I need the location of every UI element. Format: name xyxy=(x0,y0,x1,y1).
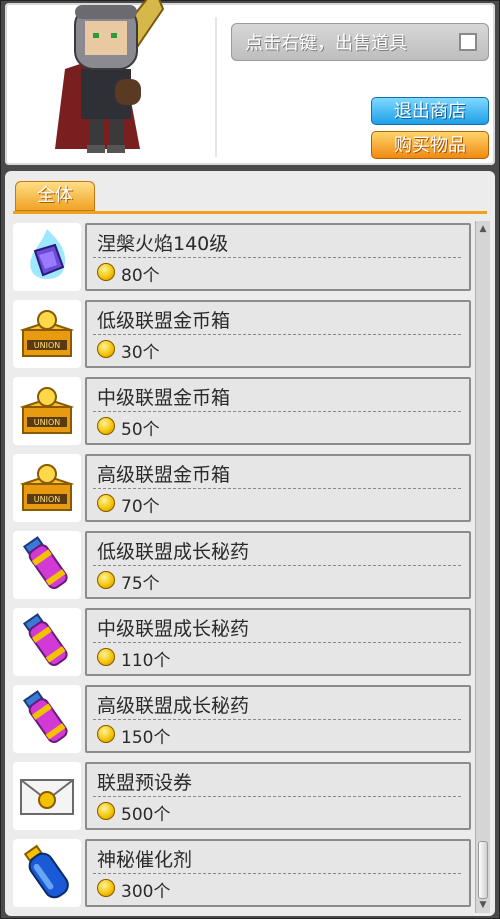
item-price: 50个 xyxy=(121,420,160,440)
list-item[interactable]: 涅槃火焰140级 80个 xyxy=(13,221,473,291)
item-price: 75个 xyxy=(121,574,160,594)
purple-potion-vial-icon xyxy=(22,613,68,667)
item-price: 80个 xyxy=(121,266,160,286)
coin-icon xyxy=(97,494,115,512)
svg-text:UNION: UNION xyxy=(34,495,60,504)
tab-all[interactable]: 全体 xyxy=(15,181,95,211)
sell-tip-label: 点击右键，出售道具 xyxy=(245,33,407,54)
item-info: 中级联盟成长秘药 110个 xyxy=(85,608,471,676)
item-separator xyxy=(93,565,461,566)
coin-icon xyxy=(97,648,115,666)
item-icon-box: UNION xyxy=(13,377,81,445)
coin-icon xyxy=(97,417,115,435)
purple-potion-vial-icon xyxy=(22,536,68,590)
item-info: 中级联盟金币箱 50个 xyxy=(85,377,471,445)
item-info: 低级联盟成长秘药 75个 xyxy=(85,531,471,599)
item-name: 涅槃火焰140级 xyxy=(97,233,229,255)
item-icon-box xyxy=(13,223,81,291)
union-coin-box-icon: UNION xyxy=(19,310,75,357)
item-separator xyxy=(93,873,461,874)
svg-text:UNION: UNION xyxy=(34,341,60,350)
scroll-down-arrow-icon[interactable]: ▼ xyxy=(477,899,489,911)
tab-underline xyxy=(13,211,487,214)
list-item[interactable]: 中级联盟成长秘药 110个 xyxy=(13,606,473,676)
item-list-panel: 全体 涅槃火焰140级 80个 UNION 低级联盟金币箱 30个 UNION … xyxy=(5,171,495,916)
item-info: 神秘催化剂 300个 xyxy=(85,839,471,907)
exit-shop-button[interactable]: 退出商店 xyxy=(371,97,489,125)
item-icon-box xyxy=(13,839,81,907)
item-icon-box xyxy=(13,762,81,830)
item-separator xyxy=(93,334,461,335)
item-name: 中级联盟成长秘药 xyxy=(97,618,250,640)
item-info: 联盟预设券 500个 xyxy=(85,762,471,830)
list-item[interactable]: UNION 高级联盟金币箱 70个 xyxy=(13,452,473,522)
item-name: 神秘催化剂 xyxy=(97,849,193,871)
coin-icon xyxy=(97,879,115,897)
item-name: 低级联盟金币箱 xyxy=(97,310,231,332)
item-info: 高级联盟金币箱 70个 xyxy=(85,454,471,522)
purple-potion-vial-icon xyxy=(22,690,68,744)
list-item[interactable]: 神秘催化剂 300个 xyxy=(13,837,473,907)
item-separator xyxy=(93,411,461,412)
item-price: 110个 xyxy=(121,651,171,671)
blue-catalyst-vial-icon xyxy=(23,844,69,899)
item-separator xyxy=(93,796,461,797)
item-icon-box xyxy=(13,608,81,676)
coin-icon xyxy=(97,725,115,743)
item-list-scrollbar[interactable]: ▲ ▼ xyxy=(475,221,490,913)
sell-checkbox[interactable] xyxy=(459,33,477,51)
coin-icon xyxy=(97,571,115,589)
union-coin-box-icon: UNION xyxy=(19,464,75,511)
item-name: 高级联盟金币箱 xyxy=(97,464,231,486)
coin-icon xyxy=(97,802,115,820)
item-separator xyxy=(93,257,461,258)
item-info: 低级联盟金币箱 30个 xyxy=(85,300,471,368)
item-price: 500个 xyxy=(121,805,171,825)
item-separator xyxy=(93,488,461,489)
blue-flame-crystal-icon xyxy=(30,229,66,279)
list-item[interactable]: 联盟预设券 500个 xyxy=(13,760,473,830)
item-list: 涅槃火焰140级 80个 UNION 低级联盟金币箱 30个 UNION 中级联… xyxy=(13,221,473,911)
shop-window: 点击右键，出售道具 退出商店 购买物品 全体 涅槃火焰140级 80个 UNIO… xyxy=(0,0,500,919)
item-separator xyxy=(93,719,461,720)
tab-strip: 全体 xyxy=(5,171,495,215)
npc-knight-icon xyxy=(55,0,165,153)
buy-item-button[interactable]: 购买物品 xyxy=(371,131,489,159)
list-item[interactable]: 高级联盟成长秘药 150个 xyxy=(13,683,473,753)
scroll-up-arrow-icon[interactable]: ▲ xyxy=(477,223,489,235)
item-icon-box: UNION xyxy=(13,300,81,368)
right-click-sell-toggle[interactable]: 点击右键，出售道具 xyxy=(231,23,489,61)
item-info: 涅槃火焰140级 80个 xyxy=(85,223,471,291)
item-price: 300个 xyxy=(121,882,171,902)
item-name: 联盟预设券 xyxy=(97,772,193,794)
svg-text:UNION: UNION xyxy=(34,418,60,427)
header-divider xyxy=(215,17,217,157)
item-icon-box: UNION xyxy=(13,454,81,522)
item-separator xyxy=(93,642,461,643)
coin-icon xyxy=(97,340,115,358)
item-icon-box xyxy=(13,531,81,599)
list-item[interactable]: UNION 中级联盟金币箱 50个 xyxy=(13,375,473,445)
item-price: 150个 xyxy=(121,728,171,748)
item-price: 70个 xyxy=(121,497,160,517)
item-info: 高级联盟成长秘药 150个 xyxy=(85,685,471,753)
list-item[interactable]: UNION 低级联盟金币箱 30个 xyxy=(13,298,473,368)
coin-icon xyxy=(97,263,115,281)
item-name: 高级联盟成长秘药 xyxy=(97,695,250,717)
union-coin-box-icon: UNION xyxy=(19,387,75,434)
item-icon-box xyxy=(13,685,81,753)
item-price: 30个 xyxy=(121,343,160,363)
item-name: 中级联盟金币箱 xyxy=(97,387,231,409)
item-name: 低级联盟成长秘药 xyxy=(97,541,250,563)
scroll-thumb[interactable] xyxy=(478,841,488,899)
list-item[interactable]: 低级联盟成长秘药 75个 xyxy=(13,529,473,599)
shop-header: 点击右键，出售道具 退出商店 购买物品 xyxy=(5,0,495,165)
union-voucher-envelope-icon xyxy=(20,779,74,815)
